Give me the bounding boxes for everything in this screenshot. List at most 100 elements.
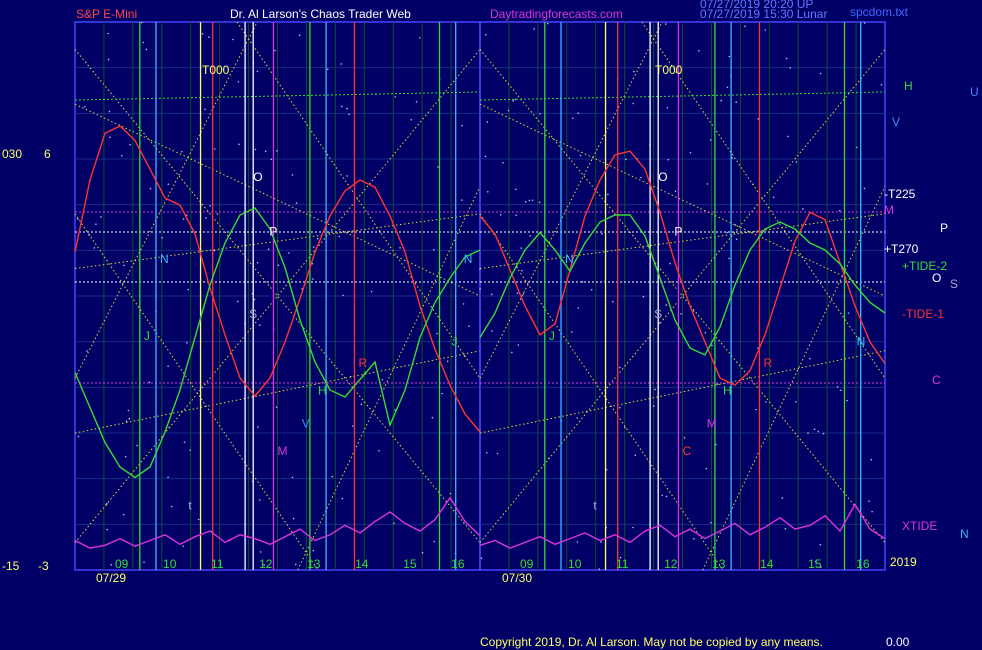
- panel-2-star: [652, 405, 655, 407]
- panel-1-star: [418, 37, 421, 39]
- panel-2-star: [726, 86, 729, 89]
- panel-1-star: [77, 435, 80, 438]
- panel-1-star: [421, 551, 424, 554]
- panel-2-letter: P: [674, 225, 682, 239]
- panel-2-star: [590, 288, 593, 291]
- panel-1-star: [93, 247, 96, 249]
- panel-1-letter: R: [359, 356, 368, 370]
- panel-2-star: [784, 527, 787, 530]
- panel-2-star: [611, 300, 614, 303]
- panel-1-star: [437, 166, 439, 168]
- panel-1-star: [277, 264, 280, 267]
- panel-2-star: [640, 176, 642, 179]
- panel-1-star: [110, 564, 113, 566]
- panel-1-star: [161, 236, 163, 239]
- panel-1-star: [294, 563, 297, 566]
- panel-2-letter: C: [683, 444, 692, 458]
- panel-2-star: [600, 541, 602, 543]
- panel-1-star: [270, 158, 273, 161]
- panel-2-star: [755, 408, 757, 411]
- panel-1-hour-label: 14: [355, 557, 369, 571]
- panel-1-star: [253, 298, 256, 301]
- right-label: H: [904, 79, 913, 93]
- panel-1-letter: M: [278, 444, 288, 458]
- panel-2-star: [486, 190, 489, 193]
- panel-1-letter: V: [302, 417, 310, 431]
- panel-1-star: [100, 216, 102, 218]
- panel-1-t000: T000: [202, 63, 230, 77]
- panel-2-star: [683, 436, 686, 439]
- panel-1-star: [108, 110, 111, 113]
- panel-2-star: [795, 161, 798, 163]
- panel-2-date: 07/30: [502, 571, 532, 585]
- right-label: S: [950, 277, 958, 291]
- panel-2-star: [510, 351, 513, 354]
- panel-2-star: [735, 238, 738, 241]
- panel-2-star: [764, 29, 767, 31]
- panel-1-star: [441, 392, 443, 395]
- panel-2-star: [785, 57, 788, 60]
- panel-2-hour-label: 12: [664, 557, 678, 571]
- panel-1-letter: O: [253, 170, 262, 184]
- panel-2-letter: J: [549, 329, 555, 343]
- panel-2-star: [817, 430, 820, 433]
- panel-2-star: [576, 541, 579, 543]
- panel-1-star: [208, 36, 210, 38]
- panel-2-star: [801, 208, 804, 210]
- panel-2-star: [642, 295, 645, 298]
- panel-1-star: [125, 420, 128, 423]
- panel-1-star: [136, 444, 139, 447]
- panel-1-star: [182, 218, 185, 220]
- panel-2-star: [516, 292, 519, 294]
- panel-1-star: [394, 96, 396, 98]
- panel-2-star: [789, 67, 791, 69]
- panel-2-star: [846, 399, 848, 402]
- panel-1-star: [142, 41, 145, 44]
- panel-1-star: [254, 148, 257, 151]
- panel-2-star: [863, 22, 866, 24]
- panel-2-star: [728, 55, 731, 58]
- panel-2-star: [847, 312, 850, 314]
- panel-2-star: [507, 109, 510, 112]
- panel-1-star: [201, 33, 204, 35]
- panel-1-star: [446, 360, 449, 363]
- panel-2-star: [577, 307, 580, 309]
- panel-1-star: [381, 378, 384, 381]
- panel-1-star: [340, 63, 343, 65]
- panel-2-star: [517, 344, 520, 346]
- panel-2-star: [521, 269, 523, 272]
- panel-1-star: [462, 303, 465, 305]
- panel-1-star: [298, 34, 301, 37]
- right-label: XTIDE: [902, 519, 937, 533]
- panel-2-star: [680, 313, 682, 315]
- panel-2-star: [666, 107, 669, 109]
- panel-2-star: [734, 224, 737, 226]
- panel-2-star: [607, 193, 609, 196]
- panel-1-star: [149, 187, 152, 190]
- right-label: C: [932, 373, 941, 387]
- panel-1-star: [107, 58, 110, 61]
- panel-2-star: [571, 331, 573, 333]
- header-site: Daytradingforecasts.com: [490, 7, 623, 21]
- panel-1-letter: N: [160, 252, 169, 266]
- panel-1-star: [267, 248, 270, 251]
- panel-2-star: [868, 500, 870, 502]
- panel-2-star: [485, 452, 488, 454]
- panel-2-letter: R: [764, 356, 773, 370]
- panel-2-star: [698, 50, 700, 52]
- panel-1-letter: S: [249, 307, 257, 321]
- background: [0, 0, 982, 650]
- panel-1-star: [341, 497, 344, 500]
- panel-2-star: [795, 400, 797, 403]
- header-stamp2: 07/27/2019 15:30 Lunar: [700, 7, 827, 21]
- panel-2-star: [669, 262, 671, 265]
- panel-2-star: [665, 495, 668, 498]
- scale-bottom-right: -3: [38, 559, 49, 573]
- panel-1-star: [393, 522, 395, 525]
- panel-2-letter: H: [723, 384, 732, 398]
- panel-1-date: 07/29: [96, 571, 126, 585]
- panel-1-letter: J: [452, 334, 458, 348]
- panel-2-star: [514, 98, 517, 101]
- panel-2-star: [514, 188, 517, 191]
- panel-1-star: [312, 549, 315, 552]
